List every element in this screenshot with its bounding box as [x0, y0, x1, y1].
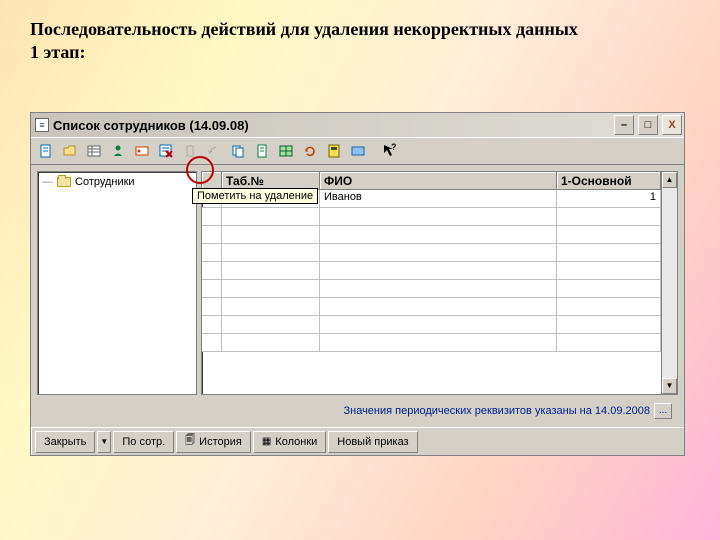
calc-icon[interactable] [323, 140, 345, 162]
folder-icon [57, 177, 71, 187]
list-icon[interactable] [83, 140, 105, 162]
svg-text:?: ? [391, 143, 397, 152]
undo-icon [203, 140, 225, 162]
table-icon[interactable] [275, 140, 297, 162]
settings-icon[interactable] [347, 140, 369, 162]
new-item-icon[interactable] [35, 140, 57, 162]
grid-row-empty [202, 280, 661, 298]
tooltip: Пометить на удаление [192, 188, 318, 204]
close-button[interactable]: Закрыть [35, 431, 95, 453]
card-icon[interactable] [131, 140, 153, 162]
bottom-toolbar: Закрыть ▼ По сотр. 🗐История ▦Колонки Нов… [31, 427, 684, 455]
move-icon [179, 140, 201, 162]
grid-row-empty [202, 316, 661, 334]
grid-row-empty [202, 262, 661, 280]
columns-icon: ▦ [262, 436, 271, 447]
doc-icon[interactable] [251, 140, 273, 162]
new-order-button[interactable]: Новый приказ [328, 431, 417, 453]
tree-root-label: Сотрудники [75, 176, 135, 188]
scroll-up-icon[interactable]: ▲ [662, 172, 677, 188]
titlebar: ≡ Список сотрудников (14.09.08) – □ X [31, 113, 684, 137]
maximize-button[interactable]: □ [638, 115, 658, 135]
status-line: Значения периодических реквизитов указан… [37, 401, 678, 421]
app-window: ≡ Список сотрудников (14.09.08) – □ X ? … [30, 112, 685, 456]
toolbar: ? [31, 137, 684, 165]
instruction-heading: Последовательность действий для удаления… [30, 18, 578, 65]
arrow-help-icon[interactable]: ? [379, 140, 401, 162]
cell-main[interactable]: 1 [557, 190, 661, 208]
by-employee-button[interactable]: По сотр. [113, 431, 174, 453]
cell-fio[interactable]: Иванов [320, 190, 557, 208]
copy-icon[interactable] [227, 140, 249, 162]
scroll-track[interactable] [662, 188, 677, 378]
minimize-button[interactable]: – [614, 115, 634, 135]
scroll-down-icon[interactable]: ▼ [662, 378, 677, 394]
history-button[interactable]: 🗐История [176, 431, 251, 453]
header-main[interactable]: 1-Основной [557, 172, 661, 190]
mark-delete-icon[interactable] [155, 140, 177, 162]
close-dropdown[interactable]: ▼ [97, 431, 111, 453]
vertical-scrollbar[interactable]: ▲ ▼ [661, 172, 677, 394]
grid-row-empty [202, 334, 661, 352]
history-icon: 🗐 [185, 433, 195, 450]
header-fio[interactable]: ФИО [320, 172, 557, 190]
person-icon[interactable] [107, 140, 129, 162]
grid-row-empty [202, 208, 661, 226]
columns-button[interactable]: ▦Колонки [253, 431, 326, 453]
window-title: Список сотрудников (14.09.08) [53, 118, 608, 133]
app-icon: ≡ [35, 118, 49, 132]
grid-row-empty [202, 226, 661, 244]
grid-row-empty [202, 244, 661, 262]
tree-collapse-icon[interactable]: — [42, 176, 53, 188]
grid-row-empty [202, 298, 661, 316]
status-text: Значения периодических реквизитов указан… [343, 405, 650, 417]
data-grid: Таб.№ ФИО 1-Основной 0000000001 Иванов 1 [201, 171, 678, 395]
close-window-button[interactable]: X [662, 115, 682, 135]
tree-panel: — Сотрудники [37, 171, 197, 395]
tree-root-item[interactable]: — Сотрудники [42, 176, 192, 188]
open-folder-icon[interactable] [59, 140, 81, 162]
refresh-icon[interactable] [299, 140, 321, 162]
status-date-button[interactable]: ... [654, 403, 672, 419]
